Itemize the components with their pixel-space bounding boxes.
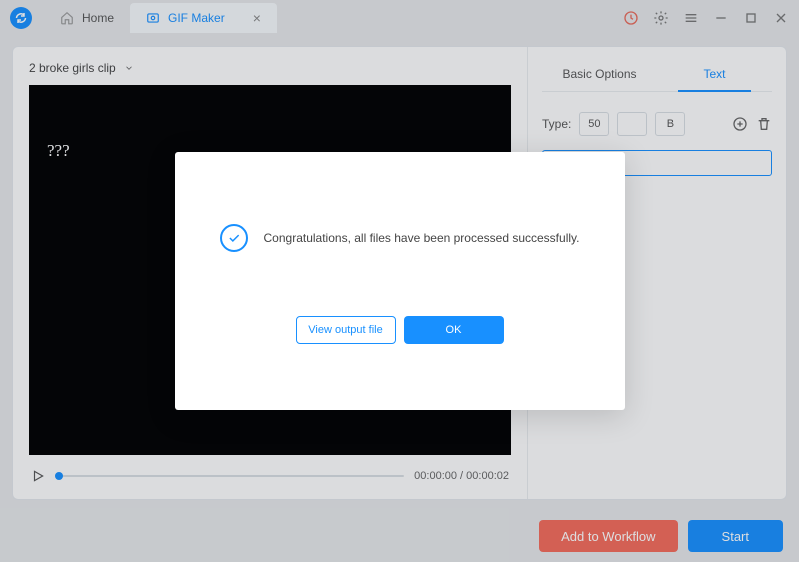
modal-overlay: Congratulations, all files have been pro… — [0, 0, 799, 562]
ok-button[interactable]: OK — [404, 316, 504, 344]
check-icon — [220, 224, 248, 252]
success-dialog: Congratulations, all files have been pro… — [175, 152, 625, 410]
view-output-button[interactable]: View output file — [296, 316, 396, 344]
dialog-message: Congratulations, all files have been pro… — [264, 231, 580, 245]
